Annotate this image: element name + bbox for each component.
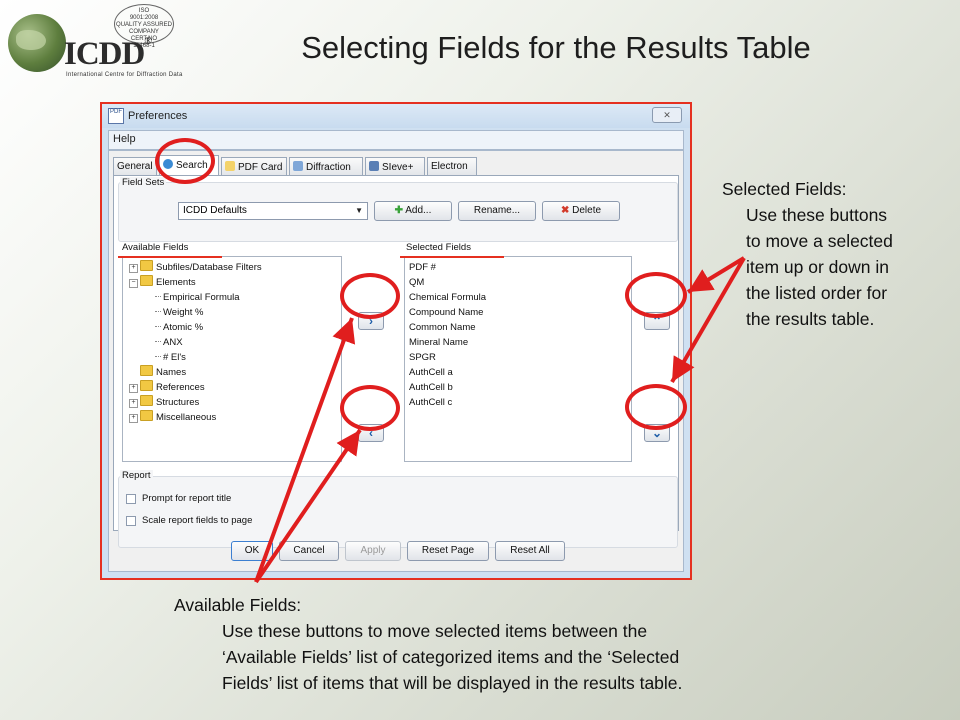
available-fields-annotation: Available Fields: Use these buttons to m…: [174, 595, 683, 693]
arrow-to-left-button: [254, 428, 362, 584]
arrow-to-right-button: [254, 317, 356, 583]
selected-fields-annotation: Selected Fields: Use these buttons to mo…: [722, 179, 893, 329]
